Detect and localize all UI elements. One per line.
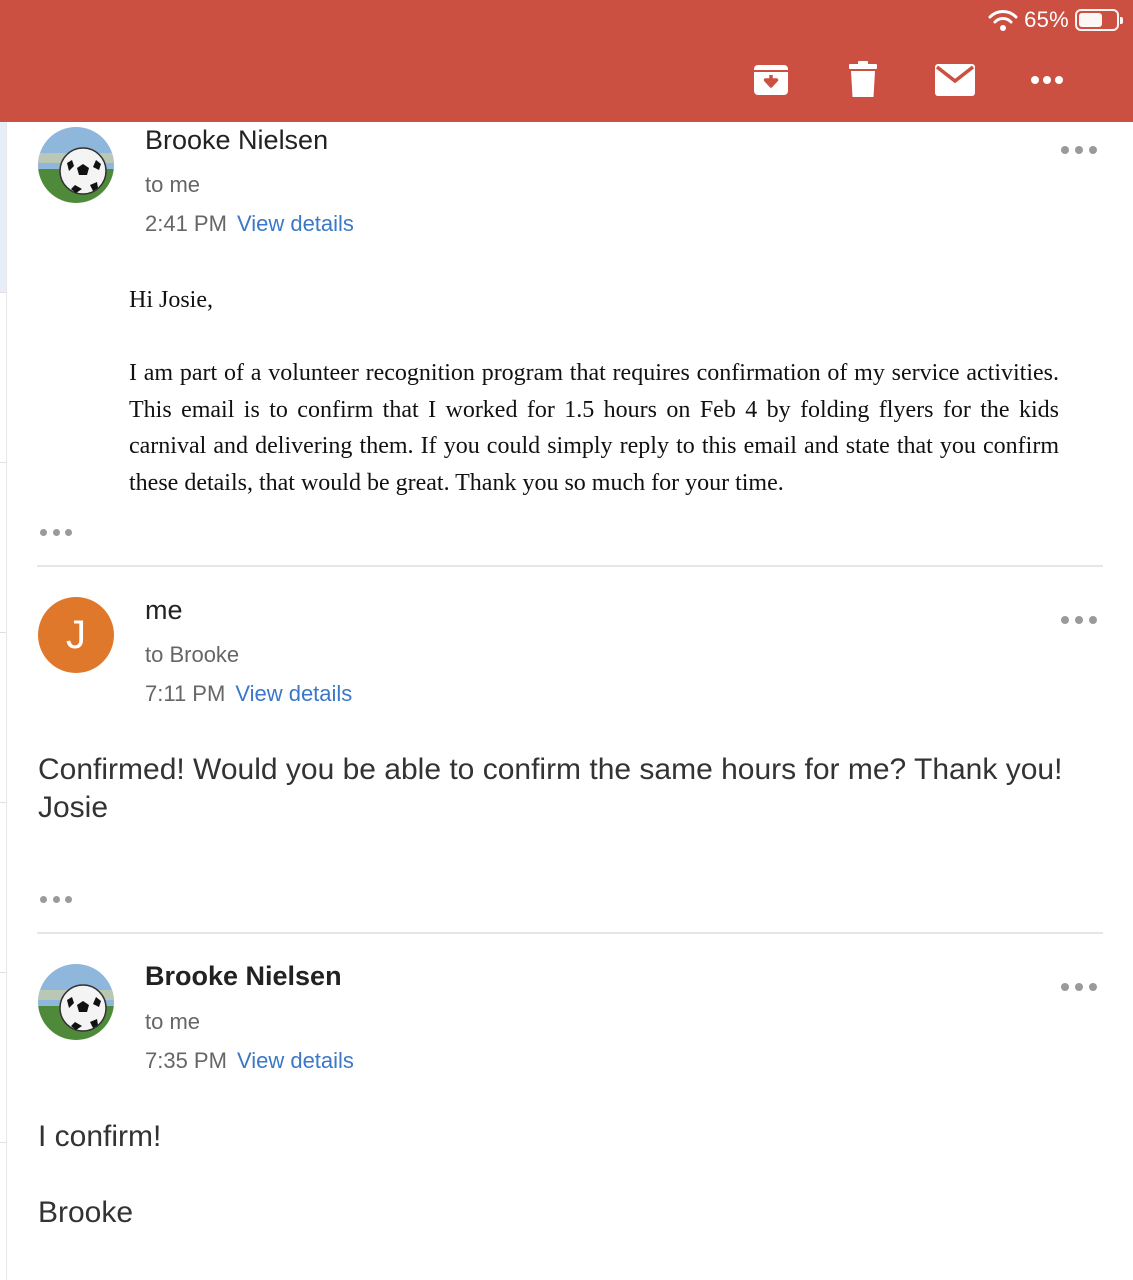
body-text: I confirm! (38, 1120, 162, 1153)
view-details-link[interactable]: View details (237, 211, 354, 236)
message-meta: 2:41 PM View details (145, 211, 354, 237)
show-trimmed-content-button[interactable] (40, 527, 72, 537)
sender-name: Brooke Nielsen (145, 961, 342, 991)
body-paragraph: I am part of a volunteer recognition pro… (129, 360, 1059, 496)
avatar[interactable]: J (38, 597, 114, 673)
top-app-bar: 65% (0, 0, 1133, 122)
message-meta: 7:35 PM View details (145, 1048, 354, 1074)
timestamp: 7:11 PM (145, 681, 226, 706)
timestamp: 7:35 PM (145, 1048, 227, 1073)
signature-text: Brooke (38, 1196, 134, 1229)
timestamp: 2:41 PM (145, 211, 227, 236)
avatar-letter: J (66, 612, 86, 657)
recipient-line: to Brooke (145, 642, 240, 667)
avatar[interactable] (38, 127, 114, 203)
conversation-list-edge (0, 122, 7, 1280)
message-more-button[interactable] (1061, 144, 1097, 156)
email-thread-screen: 65% Brooke Nielsen to me 2:41 PM View de… (0, 0, 1133, 1280)
message-more-button[interactable] (1061, 614, 1097, 626)
recipient-line: to me (145, 1009, 201, 1034)
message-divider (37, 565, 1103, 567)
show-trimmed-content-button[interactable] (40, 894, 72, 904)
more-options-button[interactable] (1001, 58, 1093, 102)
view-details-link[interactable]: View details (235, 681, 352, 706)
message-meta: 7:11 PM View details (145, 681, 352, 707)
message-body: Hi Josie, I am part of a volunteer recog… (129, 282, 1059, 501)
body-text: Confirmed! Would you be able to confirm … (38, 753, 1063, 786)
view-details-link[interactable]: View details (237, 1048, 354, 1073)
battery-icon (1075, 9, 1123, 31)
soccer-ball-icon (38, 127, 114, 203)
sender-name: me (145, 595, 183, 625)
avatar[interactable] (38, 964, 114, 1040)
mail-icon (935, 64, 975, 96)
wifi-icon (988, 9, 1018, 31)
sender-name: Brooke Nielsen (145, 125, 329, 155)
message-body: Confirmed! Would you be able to confirm … (38, 751, 1098, 827)
message-body: I confirm! Brooke (38, 1118, 1098, 1232)
recipient-line: to me (145, 172, 201, 197)
greeting-text: Hi Josie, (129, 287, 213, 313)
trash-icon (848, 61, 878, 99)
mark-unread-button[interactable] (909, 58, 1001, 102)
archive-icon (752, 61, 790, 99)
message-divider (37, 932, 1103, 934)
status-bar: 65% (988, 6, 1123, 34)
message-toolbar (725, 58, 1093, 102)
more-icon (1030, 75, 1064, 85)
archive-button[interactable] (725, 58, 817, 102)
delete-button[interactable] (817, 58, 909, 102)
battery-percent: 65% (1024, 7, 1069, 32)
message-more-button[interactable] (1061, 981, 1097, 993)
signature-text: Josie (38, 791, 109, 824)
soccer-ball-icon (38, 964, 114, 1040)
